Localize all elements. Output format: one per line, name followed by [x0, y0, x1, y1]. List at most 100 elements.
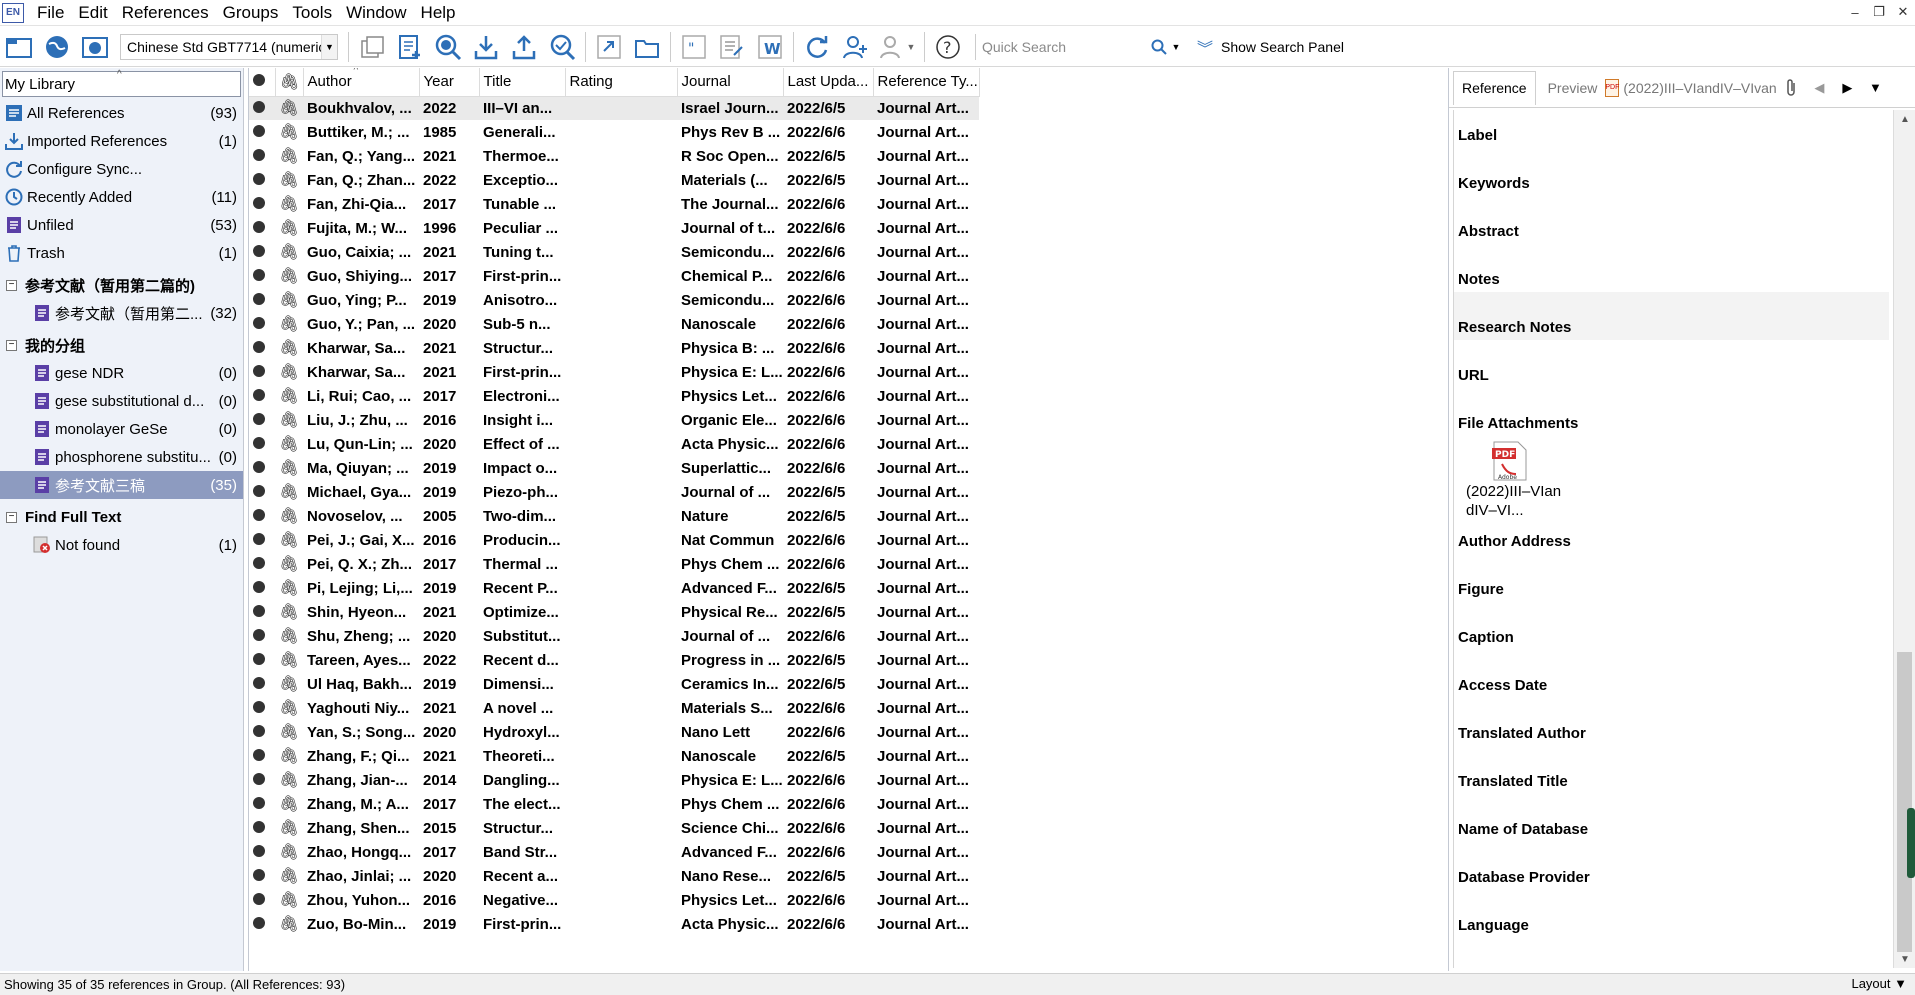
read-status-cell[interactable] — [249, 432, 275, 456]
rating-cell[interactable] — [565, 600, 677, 624]
attachment-cell[interactable]: 🖇 — [275, 840, 303, 864]
library-item-all-references[interactable]: All References (93) — [0, 99, 243, 127]
scrollbar-thumb[interactable] — [1897, 652, 1912, 952]
read-status-cell[interactable] — [249, 792, 275, 816]
table-row[interactable]: 🖇 Pi, Lejing; Li,... 2019 Recent P... Advanc… — [249, 576, 979, 600]
attachment-cell[interactable]: 🖇 — [275, 336, 303, 360]
read-status-cell[interactable] — [249, 504, 275, 528]
table-row[interactable]: 🖇 Yan, S.; Song... 2020 Hydroxyl... Nano Let… — [249, 720, 979, 744]
attachment-cell[interactable]: 🖇 — [275, 384, 303, 408]
read-status-cell[interactable] — [249, 456, 275, 480]
attachment-cell[interactable]: 🖇 — [275, 360, 303, 384]
read-status-cell[interactable] — [249, 672, 275, 696]
table-row[interactable]: 🖇 Guo, Y.; Pan, ... 2020 Sub-5 n... Nanoscal… — [249, 312, 979, 336]
collapse-toggle-icon[interactable]: − — [6, 511, 17, 523]
chevron-down-icon[interactable]: ▼ — [321, 34, 337, 59]
attachment-cell[interactable]: 🖇 — [275, 720, 303, 744]
close-icon[interactable]: ✕ — [1891, 0, 1915, 24]
rating-cell[interactable] — [565, 336, 677, 360]
group-item[interactable]: gese substitutional d... (0) — [0, 387, 243, 415]
field-access-date[interactable]: Access Date — [1454, 650, 1889, 698]
menu-edit[interactable]: Edit — [71, 0, 114, 26]
read-status-cell[interactable] — [249, 768, 275, 792]
rating-cell[interactable] — [565, 408, 677, 432]
rating-cell[interactable] — [565, 552, 677, 576]
table-row[interactable]: 🖇 Zhang, Jian-... 2014 Dangling... Physica E… — [249, 768, 979, 792]
rating-cell[interactable] — [565, 888, 677, 912]
chevron-down-icon[interactable]: ▼ — [1169, 34, 1183, 60]
read-status-cell[interactable] — [249, 360, 275, 384]
attachment-cell[interactable]: 🖇 — [275, 480, 303, 504]
sharing-activity-icon[interactable]: ▼ — [875, 30, 919, 64]
field-figure[interactable]: Figure — [1454, 554, 1889, 602]
table-row[interactable]: 🖇 Guo, Ying; P... 2019 Anisotro... Semicondu… — [249, 288, 979, 312]
table-row[interactable]: 🖇 Zhou, Yuhon... 2016 Negative... Physics Le… — [249, 888, 979, 912]
read-status-cell[interactable] — [249, 144, 275, 168]
attachment-cell[interactable]: 🖇 — [275, 192, 303, 216]
field-research-notes[interactable]: Research Notes — [1454, 292, 1889, 340]
new-reference-icon[interactable] — [392, 30, 428, 64]
attachment-cell[interactable]: 🖇 — [275, 528, 303, 552]
read-status-cell[interactable] — [249, 624, 275, 648]
table-row[interactable]: 🖇 Shu, Zheng; ... 2020 Substitut... Journal … — [249, 624, 979, 648]
field-name-of-database[interactable]: Name of Database — [1454, 794, 1889, 842]
attachment-cell[interactable]: 🖇 — [275, 168, 303, 192]
read-status-cell[interactable] — [249, 912, 275, 936]
read-status-cell[interactable] — [249, 696, 275, 720]
menu-groups[interactable]: Groups — [216, 0, 286, 26]
attachment-cell[interactable]: 🖇 — [275, 816, 303, 840]
read-status-cell[interactable] — [249, 192, 275, 216]
group-item[interactable]: 参考文献三稿 (35) — [0, 471, 243, 499]
scroll-up-icon[interactable]: ▲ — [1894, 110, 1915, 128]
attachment-cell[interactable]: 🖇 — [275, 240, 303, 264]
scroll-down-icon[interactable]: ▼ — [1894, 950, 1915, 968]
rating-cell[interactable] — [565, 816, 677, 840]
rating-cell[interactable] — [565, 216, 677, 240]
table-row[interactable]: 🖇 Ul Haq, Bakh... 2019 Dimensi... Ceramics I… — [249, 672, 979, 696]
group-item[interactable]: 参考文献（暂用第二... (32) — [0, 299, 243, 327]
menu-file[interactable]: File — [30, 0, 71, 26]
rating-cell[interactable] — [565, 624, 677, 648]
rating-cell[interactable] — [565, 528, 677, 552]
rating-cell[interactable] — [565, 696, 677, 720]
column-header-journal[interactable]: Journal — [677, 68, 784, 97]
attachment-cell[interactable]: 🖇 — [275, 504, 303, 528]
attachment-cell[interactable]: 🖇 — [275, 768, 303, 792]
tab-reference[interactable]: Reference — [1453, 70, 1536, 105]
read-status-cell[interactable] — [249, 480, 275, 504]
sync-icon[interactable] — [799, 30, 835, 64]
find-full-text-icon[interactable] — [544, 30, 580, 64]
rating-cell[interactable] — [565, 384, 677, 408]
table-row[interactable]: 🖇 Zuo, Bo-Min... 2019 First-prin... Acta Phy… — [249, 912, 979, 936]
table-row[interactable]: 🖇 Zhao, Hongq... 2017 Band Str... Advanced F… — [249, 840, 979, 864]
attachment-cell[interactable]: 🖇 — [275, 552, 303, 576]
rating-cell[interactable] — [565, 744, 677, 768]
table-row[interactable]: 🖇 Zhang, F.; Qi... 2021 Theoreti... Nanoscal… — [249, 744, 979, 768]
group-set-heading[interactable]: − 参考文献（暂用第二篇的) — [0, 271, 243, 299]
rating-cell[interactable] — [565, 576, 677, 600]
attachment-cell[interactable]: 🖇 — [275, 456, 303, 480]
panel-menu-icon[interactable]: ▼ — [1861, 80, 1889, 95]
my-library-header[interactable]: My Library ^ — [2, 69, 241, 97]
library-item-unfiled[interactable]: Unfiled (53) — [0, 211, 243, 239]
integrated-library-mode-icon[interactable] — [77, 30, 113, 64]
share-library-icon[interactable] — [837, 30, 873, 64]
rating-cell[interactable] — [565, 168, 677, 192]
rating-cell[interactable] — [565, 648, 677, 672]
attachment-cell[interactable]: 🖇 — [275, 120, 303, 144]
local-library-mode-icon[interactable] — [1, 30, 37, 64]
rating-cell[interactable] — [565, 456, 677, 480]
rating-cell[interactable] — [565, 360, 677, 384]
table-row[interactable]: 🖇 Zhang, M.; A... 2017 The elect... Phys Che… — [249, 792, 979, 816]
online-search-icon[interactable] — [430, 30, 466, 64]
attachment-cell[interactable]: 🖇 — [275, 744, 303, 768]
group-set-heading[interactable]: − Find Full Text — [0, 503, 243, 531]
table-row[interactable]: 🖇 Shin, Hyeon... 2021 Optimize... Physical R… — [249, 600, 979, 624]
rating-cell[interactable] — [565, 672, 677, 696]
collapse-toggle-icon[interactable]: − — [6, 279, 17, 291]
group-set-heading[interactable]: − 我的分组 — [0, 331, 243, 359]
table-row[interactable]: 🖇 Kharwar, Sa... 2021 First-prin... Physica … — [249, 360, 979, 384]
previous-arrow-icon[interactable]: ◀ — [1805, 80, 1833, 96]
read-status-cell[interactable] — [249, 120, 275, 144]
table-row[interactable]: 🖇 Fan, Q.; Zhan... 2022 Exceptio... Material… — [249, 168, 979, 192]
